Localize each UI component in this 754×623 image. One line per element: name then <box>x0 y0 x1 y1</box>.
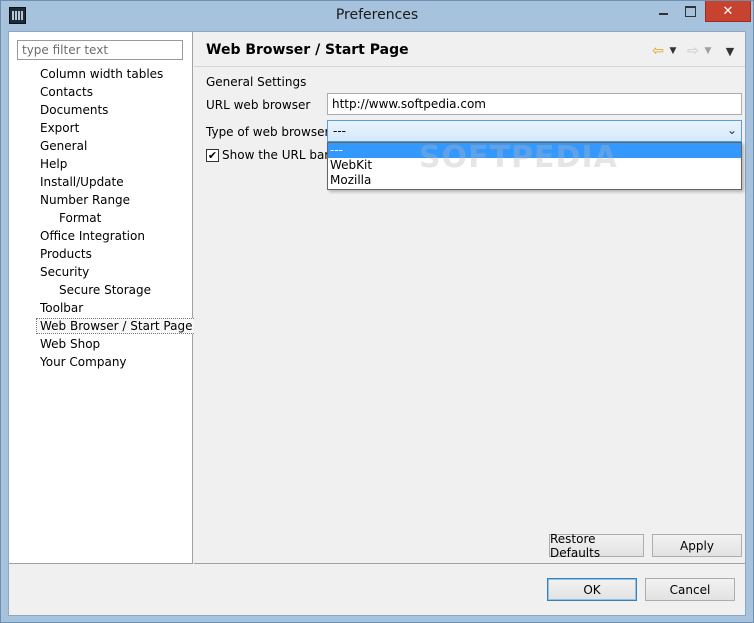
browser-type-options: --- WebKit Mozilla <box>327 142 742 190</box>
chevron-down-icon: ⌄ <box>726 123 737 137</box>
tree-item[interactable]: Web Browser / Start Page <box>9 317 197 335</box>
tree-item[interactable]: Security <box>9 263 193 281</box>
tree-item-label: Your Company <box>40 355 127 369</box>
browser-type-label: Type of web browser: <box>206 125 334 139</box>
tree-item-label: Web Shop <box>40 337 101 351</box>
tree-item-label: Export <box>40 121 80 135</box>
window-title: Preferences <box>335 7 419 23</box>
tree-item[interactable]: Products <box>9 245 193 263</box>
show-url-bar-checkbox[interactable]: ✔ Show the URL bar <box>206 148 329 162</box>
tree-item[interactable]: Toolbar <box>9 299 193 317</box>
tree-item[interactable]: Contacts <box>9 83 193 101</box>
preferences-window: Preferences ✕ Column width tables Contact… <box>0 0 754 623</box>
tree-item-label: Format <box>59 211 102 225</box>
url-web-browser-input[interactable] <box>327 93 742 115</box>
tree-item[interactable]: Secure Storage <box>9 281 193 299</box>
tree-item[interactable]: General <box>9 137 193 155</box>
tree-item-label: Column width tables <box>40 67 164 81</box>
tree-item[interactable]: Help <box>9 155 193 173</box>
browser-type-option[interactable]: Mozilla <box>328 173 741 188</box>
browser-type-option[interactable]: --- <box>328 143 741 158</box>
tree-item-label: Toolbar <box>40 301 84 315</box>
minimize-icon[interactable] <box>653 1 673 22</box>
apply-button[interactable]: Apply <box>652 534 742 557</box>
tree-item[interactable]: Format <box>9 209 193 227</box>
preferences-sidebar: Column width tables Contacts Documents Expo… <box>9 32 197 564</box>
tree-item-label: Office Integration <box>40 229 145 243</box>
maximize-icon[interactable] <box>679 1 701 22</box>
tree-item[interactable]: Install/Update <box>9 173 193 191</box>
tree-item-label: Security <box>40 265 90 279</box>
filter-input[interactable] <box>17 40 183 60</box>
page-title: Web Browser / Start Page <box>206 42 409 58</box>
back-history-dropdown-icon[interactable]: ▼ <box>667 43 679 59</box>
preference-page: Web Browser / Start Page ⇦ ▼ ⇨ ▼ ▼ Gener… <box>194 32 745 564</box>
tree-item-label: Web Browser / Start Page <box>36 318 197 334</box>
browser-type-value: --- <box>333 124 346 138</box>
tree-item-label: Number Range <box>40 193 131 207</box>
tree-item-label: Products <box>40 247 92 261</box>
tree-item[interactable]: Documents <box>9 101 193 119</box>
forward-arrow-icon[interactable]: ⇨ <box>684 43 702 59</box>
tree-item-label: General <box>40 139 88 153</box>
tree-item-label: Secure Storage <box>59 283 152 297</box>
ok-button[interactable]: OK <box>547 578 637 601</box>
page-header: Web Browser / Start Page ⇦ ▼ ⇨ ▼ ▼ <box>194 32 745 67</box>
view-menu-icon[interactable]: ▼ <box>722 43 738 59</box>
dialog-body: Column width tables Contacts Documents Expo… <box>8 31 746 616</box>
forward-history-dropdown-icon[interactable]: ▼ <box>702 43 714 59</box>
cancel-button[interactable]: Cancel <box>645 578 735 601</box>
tree-item-label: Help <box>40 157 68 171</box>
tree-item[interactable]: Your Company <box>9 353 193 371</box>
tree-item[interactable]: Number Range <box>9 191 193 209</box>
restore-defaults-button[interactable]: Restore Defaults <box>549 532 644 560</box>
tree-item-label: Documents <box>40 103 109 117</box>
show-url-bar-label: Show the URL bar <box>222 148 330 162</box>
general-settings-label: General Settings <box>206 75 307 89</box>
preferences-tree: Column width tables Contacts Documents Expo… <box>9 65 197 371</box>
tree-item-label: Contacts <box>40 85 93 99</box>
checkbox-checked-icon[interactable]: ✔ <box>206 148 219 162</box>
url-web-browser-label: URL web browser <box>206 98 311 112</box>
tree-item[interactable]: Export <box>9 119 193 137</box>
tree-item[interactable]: Column width tables <box>9 65 193 83</box>
browser-type-select[interactable]: --- ⌄ <box>327 120 742 142</box>
browser-type-option[interactable]: WebKit <box>328 158 741 173</box>
tree-item-label: Install/Update <box>40 175 124 189</box>
title-bar[interactable]: Preferences ✕ <box>1 1 753 31</box>
close-button[interactable]: ✕ <box>705 1 751 22</box>
tree-item[interactable]: Office Integration <box>9 227 193 245</box>
back-arrow-icon[interactable]: ⇦ <box>649 43 667 59</box>
tree-item[interactable]: Web Shop <box>9 335 193 353</box>
